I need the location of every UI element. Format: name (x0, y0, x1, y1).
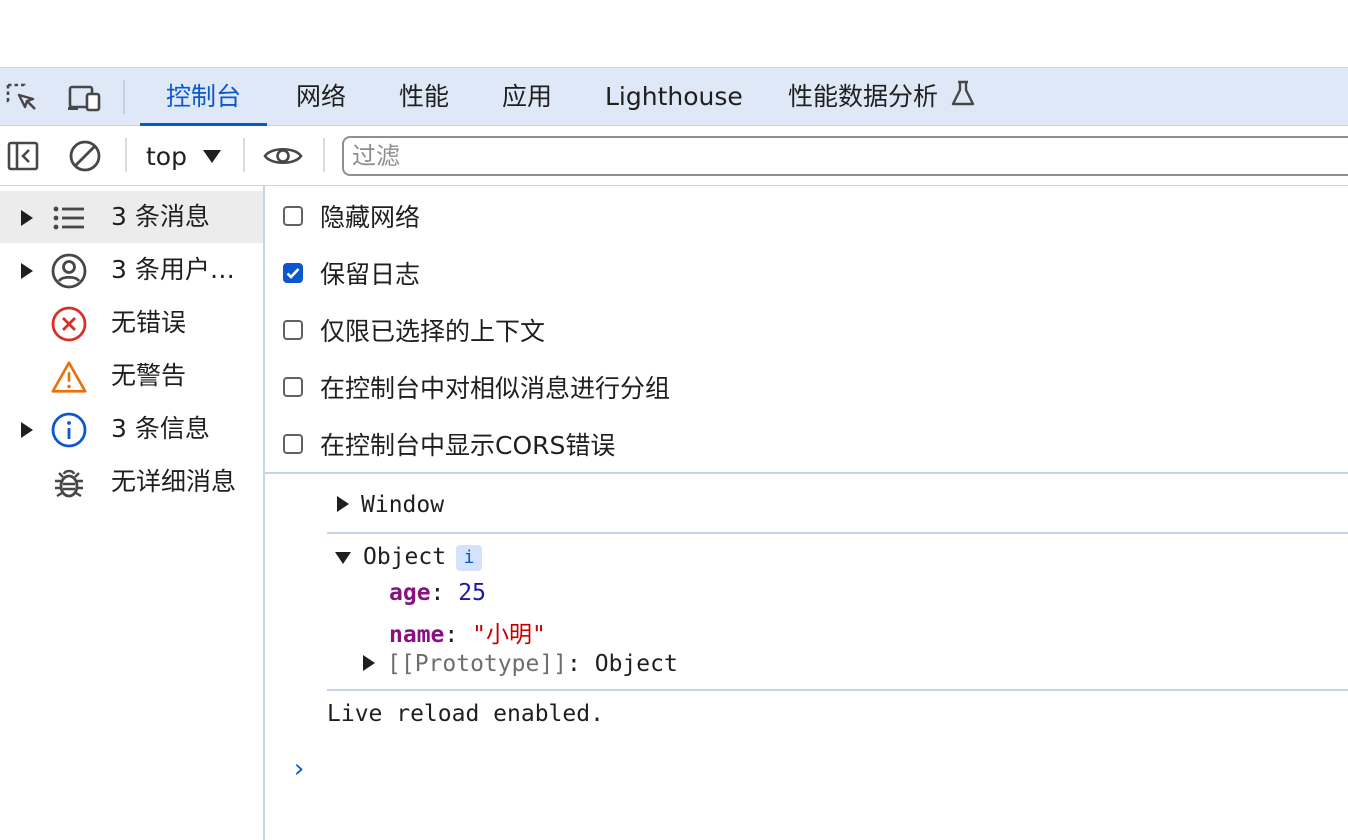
device-toolbar-icon[interactable] (66, 82, 102, 114)
sidebar-item-errors[interactable]: 无错误 (0, 297, 263, 349)
collapse-arrow-icon[interactable] (335, 552, 351, 564)
tab-application[interactable]: 应用 (476, 68, 578, 125)
expand-arrow-icon[interactable] (21, 210, 33, 226)
sidebar-item-info[interactable]: 3 条信息 (0, 403, 263, 455)
show-cors-checkbox[interactable] (283, 434, 303, 454)
chevron-down-icon (202, 149, 221, 163)
sidebar-toggle-icon[interactable] (3, 138, 43, 174)
tab-console[interactable]: 控制台 (140, 68, 268, 126)
object-label: Object (363, 544, 447, 570)
sidebar-item-label: 无详细消息 (111, 467, 237, 496)
group-similar-checkbox[interactable] (283, 377, 303, 397)
setting-preserve-log[interactable]: 保留日志 (283, 253, 420, 293)
toolbar-divider (323, 138, 325, 172)
info-circle-icon (50, 411, 88, 449)
toolbar-divider (243, 138, 245, 172)
console-messages: Window Object i age: 25 name: "小明" [[Prot… (265, 476, 1348, 840)
sidebar-item-label: 3 条消息 (111, 202, 210, 231)
sidebar-item-verbose[interactable]: 无详细消息 (0, 456, 263, 508)
toolbar-divider (125, 138, 127, 172)
object-property-name: name: "小明" (389, 622, 546, 648)
error-circle-icon (50, 305, 88, 343)
sidebar-item-user-messages[interactable]: 3 条用户… (0, 244, 263, 296)
setting-group-similar[interactable]: 在控制台中对相似消息进行分组 (283, 367, 670, 407)
console-prompt-icon[interactable]: › (291, 754, 307, 784)
filter-input[interactable] (342, 136, 1348, 176)
console-toolbar: top (0, 126, 1348, 186)
clear-console-icon[interactable] (65, 138, 105, 174)
live-expression-eye-icon[interactable] (263, 138, 303, 174)
flask-icon (950, 70, 976, 127)
tab-network[interactable]: 网络 (270, 68, 372, 125)
message-divider (327, 689, 1348, 691)
tab-performance[interactable]: 性能 (373, 68, 475, 125)
selected-context-checkbox[interactable] (283, 320, 303, 340)
setting-show-cors-errors[interactable]: 在控制台中显示CORS错误 (283, 424, 615, 464)
setting-label: 保留日志 (320, 260, 421, 289)
info-badge[interactable]: i (456, 544, 483, 571)
expand-arrow-icon[interactable] (21, 263, 33, 279)
context-selector[interactable]: top (140, 138, 227, 174)
hide-network-checkbox[interactable] (283, 206, 303, 226)
sidebar-item-label: 3 条用户… (111, 255, 235, 284)
setting-hide-network[interactable]: 隐藏网络 (283, 196, 420, 236)
tab-performance-insights[interactable]: 性能数据分析 (762, 68, 1002, 125)
console-settings-panel: 隐藏网络 保留日志 仅限已选择的上下文 在控制台中对相似消息进行分组 在控制台中… (265, 186, 1348, 474)
console-log-line: Live reload enabled. (327, 701, 604, 727)
setting-label: 在控制台中对相似消息进行分组 (320, 374, 671, 403)
context-selector-value: top (146, 141, 187, 171)
tab-lighthouse[interactable]: Lighthouse (579, 68, 769, 125)
sidebar-item-warnings[interactable]: 无警告 (0, 350, 263, 402)
list-icon (50, 199, 88, 237)
inspect-element-icon[interactable] (4, 82, 40, 114)
devtools-tab-bar: 控制台 网络 性能 应用 Lighthouse 性能数据分析 (0, 67, 1348, 126)
object-label: Window (361, 492, 445, 518)
toolbar-divider (123, 80, 125, 114)
preserve-log-checkbox[interactable] (283, 263, 303, 283)
warning-triangle-icon (50, 358, 88, 396)
setting-label: 在控制台中显示CORS错误 (320, 431, 616, 460)
sidebar-item-label: 3 条信息 (111, 414, 210, 443)
expand-arrow-icon[interactable] (337, 496, 349, 512)
object-property-age: age: 25 (389, 580, 486, 606)
user-circle-icon (50, 252, 88, 290)
bug-icon (50, 464, 88, 502)
checkmark-icon (286, 268, 300, 279)
expand-arrow-icon[interactable] (363, 655, 375, 671)
object-prototype[interactable]: [[Prototype]]: Object (363, 651, 678, 677)
sidebar-item-messages[interactable]: 3 条消息 (0, 191, 263, 243)
console-sidebar: 3 条消息 3 条用户… 无错误 无警告 3 条信息 无详细消息 (0, 186, 265, 840)
setting-label: 仅限已选择的上下文 (320, 317, 546, 346)
expand-arrow-icon[interactable] (21, 422, 33, 438)
setting-selected-context-only[interactable]: 仅限已选择的上下文 (283, 310, 545, 350)
sidebar-item-label: 无错误 (111, 308, 187, 337)
setting-label: 隐藏网络 (320, 203, 421, 232)
console-entry-window[interactable]: Window (337, 492, 444, 518)
message-divider (327, 532, 1348, 534)
sidebar-item-label: 无警告 (111, 361, 187, 390)
console-entry-object[interactable]: Object i (335, 544, 483, 571)
